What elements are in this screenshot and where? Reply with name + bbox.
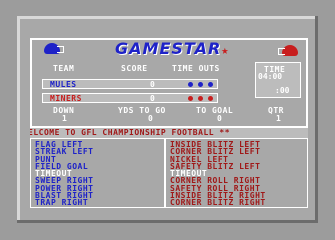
to-goal-value: 0 (217, 114, 222, 123)
to-goal-label: TO GOAL (196, 106, 234, 115)
bevel-top (17, 16, 318, 19)
message-banner: ELCOME TO GFL CHAMPIONSHIP FOOTBALL ** (30, 128, 308, 138)
blue-helmet-icon (44, 43, 64, 54)
star-icon: ★ (221, 43, 229, 57)
team-name-miners: MINERS (50, 94, 82, 103)
team-name-mules: MULES (50, 80, 77, 89)
bevel-bottom (17, 220, 318, 223)
timeout-dot (198, 82, 203, 87)
timeout-dot (188, 82, 193, 87)
banner-text: ELCOME TO GFL CHAMPIONSHIP FOOTBALL ** (30, 128, 231, 137)
brand-logo: GAMESTAR★ (115, 39, 229, 58)
offense-play-item[interactable]: TRAP RIGHT (35, 199, 93, 207)
yds-to-go-value: 0 (148, 114, 153, 123)
defense-play-list: INSIDE BLITZ LEFT CORNER BLITZ LEFT NICK… (170, 140, 266, 207)
offense-play-panel: FLAG LEFT STREAK LEFT PUNT FIELD GOAL TI… (30, 138, 165, 208)
bevel-left (17, 16, 20, 223)
timeout-dot (208, 82, 213, 87)
score-miners: 0 (150, 94, 155, 103)
offense-play-list: FLAG LEFT STREAK LEFT PUNT FIELD GOAL TI… (35, 140, 93, 207)
down-value: 1 (62, 114, 67, 123)
red-helmet-icon (278, 45, 298, 56)
brand-name: GAMESTAR (115, 39, 222, 58)
defense-play-panel: INSIDE BLITZ LEFT CORNER BLITZ LEFT NICK… (165, 138, 308, 208)
game-clock: 04:00 (258, 72, 283, 81)
team-header: TEAM (53, 64, 75, 73)
defense-play-item[interactable]: CORNER BLITZ RIGHT (170, 199, 266, 207)
timeouts-header: TIME OUTS (172, 64, 220, 73)
timeout-dot (208, 96, 213, 101)
score-mules: 0 (150, 80, 155, 89)
score-header: SCORE (121, 64, 148, 73)
timeout-dot (188, 96, 193, 101)
yds-to-go-label: YDS TO GO (118, 106, 166, 115)
play-clock: :00 (275, 86, 290, 95)
timeout-dot (198, 96, 203, 101)
quarter-value: 1 (276, 114, 281, 123)
bevel-right (315, 16, 318, 223)
